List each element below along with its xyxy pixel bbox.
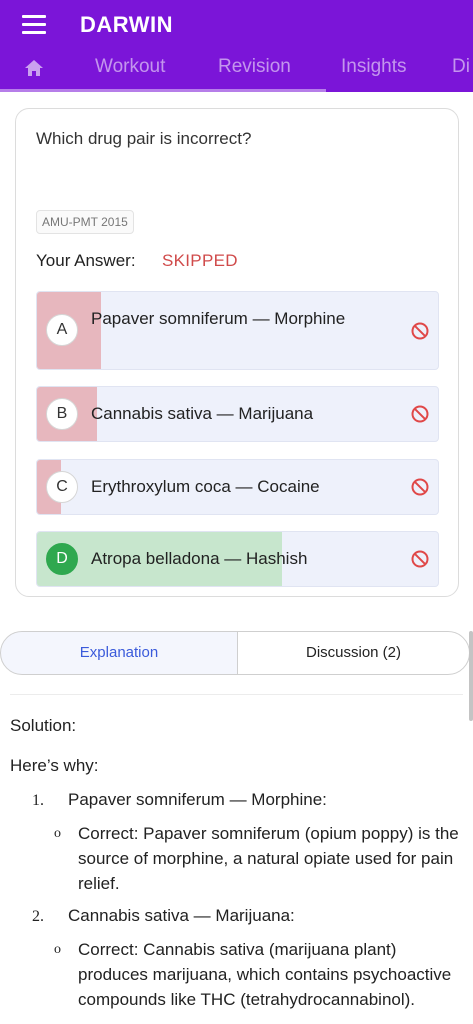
prohibited-icon: [411, 322, 429, 340]
app-title: DARWIN: [80, 12, 174, 37]
tab-revision[interactable]: Revision: [218, 56, 291, 78]
answer-status: SKIPPED: [162, 251, 238, 270]
option-d[interactable]: D Atropa belladona — Hashish: [36, 531, 439, 587]
divider: [10, 694, 463, 695]
bullet-marker: o: [54, 942, 61, 957]
list-item-detail: Correct: Cannabis sativa (marijuana plan…: [78, 940, 452, 1009]
solution-intro: Here’s why:: [10, 756, 99, 775]
option-b-text: Cannabis sativa — Marijuana: [91, 404, 314, 423]
app-bar: DARWIN Workout Revision Insights Di: [0, 0, 473, 92]
option-a-letter: A: [46, 314, 78, 346]
option-c-text: Erythroxylum coca — Cocaine: [91, 477, 320, 496]
list-item-title: Cannabis sativa — Marijuana:: [68, 906, 295, 925]
prohibited-icon: [411, 478, 429, 496]
hamburger-menu-icon[interactable]: [22, 15, 46, 35]
exam-tag: AMU-PMT 2015: [36, 210, 134, 234]
list-item-title: Papaver somniferum — Morphine:: [68, 790, 327, 809]
tab-scroll-indicator: [0, 89, 326, 92]
list-item-detail: Correct: Papaver somniferum (opium poppy…: [78, 824, 459, 893]
option-a-text: Papaver somniferum — Morphine: [91, 309, 346, 328]
question-card: Which drug pair is incorrect? AMU-PMT 20…: [15, 108, 459, 597]
option-d-letter: D: [46, 543, 78, 575]
option-b-letter: B: [46, 398, 78, 430]
nav-tabs: Workout Revision Insights Di: [0, 48, 473, 92]
solution-title: Solution:: [10, 716, 77, 735]
option-b[interactable]: B Cannabis sativa — Marijuana: [36, 386, 439, 442]
option-a[interactable]: A Papaver somniferum — Morphine: [36, 291, 439, 370]
option-c[interactable]: C Erythroxylum coca — Cocaine: [36, 459, 439, 515]
tab-more[interactable]: Di: [452, 56, 470, 78]
list-number: 2.: [32, 908, 44, 925]
option-c-letter: C: [46, 471, 78, 503]
prohibited-icon: [411, 405, 429, 423]
scrollbar[interactable]: [469, 631, 473, 721]
tab-discussion[interactable]: Discussion (2): [237, 631, 470, 675]
prohibited-icon: [411, 550, 429, 568]
question-text: Which drug pair is incorrect?: [36, 129, 252, 148]
list-number: 1.: [32, 792, 44, 809]
your-answer-label: Your Answer:: [36, 251, 136, 270]
tab-explanation[interactable]: Explanation: [0, 631, 238, 675]
bullet-marker: o: [54, 826, 61, 841]
tab-insights[interactable]: Insights: [341, 56, 406, 78]
option-d-text: Atropa belladona — Hashish: [91, 549, 308, 568]
detail-tabs: Explanation Discussion (2): [0, 631, 470, 675]
tab-workout[interactable]: Workout: [95, 56, 165, 78]
home-icon[interactable]: [24, 58, 44, 78]
